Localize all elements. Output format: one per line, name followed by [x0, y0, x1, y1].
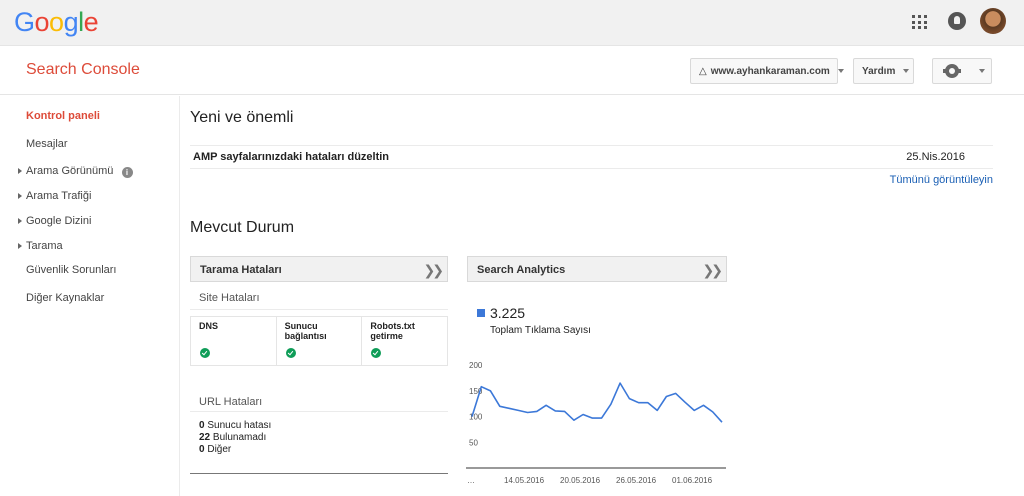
divider: [190, 411, 448, 412]
x-tick-label: 20.05.2016: [560, 476, 601, 485]
sidebar-item-label: Tarama: [26, 240, 63, 252]
sidebar-item-label: Arama Görünümü: [26, 165, 114, 177]
legend-swatch: [477, 309, 485, 317]
card-title: Tarama Hataları: [200, 264, 282, 276]
expand-arrow-icon: [18, 218, 22, 224]
check-icon: [200, 348, 210, 358]
url-errors-list: 0 Sunucu hatası 22 Bulunamadı 0 Diğer: [199, 420, 271, 456]
x-tick-label: 14.05.2016: [504, 476, 545, 485]
expand-arrow-icon: [18, 243, 22, 249]
chevron-down-icon: [837, 69, 844, 73]
x-tick-label: 26.05.2016: [616, 476, 657, 485]
error-count: 0: [199, 420, 205, 431]
list-item[interactable]: 0 Sunucu hatası: [199, 420, 271, 432]
site-selector[interactable]: △ www.ayhankaraman.com: [690, 58, 844, 84]
current-status-heading: Mevcut Durum: [190, 219, 295, 236]
sidebar-item-search-appearance[interactable]: Arama Görünümü i: [18, 165, 133, 178]
sidebar-item-security-issues[interactable]: Güvenlik Sorunları: [26, 264, 117, 276]
robots-fetch-label: Robots.txt getirme: [370, 321, 415, 341]
error-label: Bulunamadı: [212, 432, 267, 443]
x-tick-label: 01.06.2016: [672, 476, 713, 485]
check-icon: [371, 348, 382, 358]
sidebar-item-search-traffic[interactable]: Arama Trafiği: [18, 190, 92, 202]
dns-cell[interactable]: DNS: [191, 317, 277, 365]
message-date: 25.Nis.2016: [906, 151, 965, 163]
double-chevron-right-icon[interactable]: ❯❯: [424, 262, 445, 279]
server-connection-cell[interactable]: Sunucu bağlantısı: [277, 317, 363, 365]
logo-letter: G: [14, 7, 35, 37]
message-row[interactable]: AMP sayfalarınızdaki hataları düzeltin 2…: [190, 145, 993, 169]
expand-arrow-icon: [18, 168, 22, 174]
search-analytics-card-header[interactable]: Search Analytics ❯❯: [467, 256, 727, 282]
chevron-down-icon: [979, 69, 985, 73]
list-item[interactable]: 22 Bulunamadı: [199, 432, 271, 444]
new-important-heading: Yeni ve önemli: [190, 109, 294, 126]
sidebar-item-messages[interactable]: Mesajlar: [26, 138, 68, 150]
info-icon[interactable]: i: [121, 167, 133, 178]
logo-letter: g: [63, 7, 79, 37]
amp-site-icon: △: [699, 65, 707, 77]
product-title[interactable]: Search Console: [26, 61, 140, 79]
y-tick-label: 200: [469, 361, 483, 370]
dns-label: DNS: [199, 321, 219, 331]
double-chevron-right-icon[interactable]: ❯❯: [703, 262, 724, 279]
avatar[interactable]: [980, 8, 1006, 34]
logo-letter: o: [34, 7, 50, 37]
sidebar-item-dashboard[interactable]: Kontrol paneli: [26, 110, 100, 122]
sidebar-item-other-resources[interactable]: Diğer Kaynaklar: [26, 292, 104, 304]
logo-letter: e: [83, 7, 99, 37]
console-header: Search Console △ www.ayhankaraman.com Ya…: [0, 46, 1024, 95]
expand-arrow-icon: [18, 193, 22, 199]
sidebar-item-crawl[interactable]: Tarama: [18, 240, 63, 252]
card-title: Search Analytics: [477, 264, 566, 276]
site-errors-label: Site Hataları: [199, 292, 260, 304]
crawl-errors-card-header[interactable]: Tarama Hataları ❯❯: [190, 256, 448, 282]
sidebar-item-label: Google Dizini: [26, 215, 92, 227]
x-tick-label: …: [467, 476, 475, 485]
notifications-icon[interactable]: [948, 12, 966, 30]
site-name: www.ayhankaraman.com: [710, 65, 830, 77]
url-errors-label: URL Hataları: [199, 396, 263, 408]
list-item[interactable]: 0 Diğer: [199, 444, 271, 456]
apps-grid-icon[interactable]: [912, 15, 927, 30]
divider: [190, 309, 448, 310]
settings-button[interactable]: [932, 58, 992, 84]
series-line[interactable]: [471, 382, 723, 423]
divider: [190, 473, 448, 474]
google-bar: Google: [0, 0, 1024, 46]
help-label: Yardım: [862, 65, 896, 77]
view-all-link[interactable]: Tümünü görüntüleyin: [890, 174, 993, 186]
clicks-total: 3.225: [490, 305, 526, 321]
chevron-down-icon: [903, 69, 910, 73]
y-tick-label: 100: [469, 413, 483, 422]
check-icon: [285, 348, 296, 358]
robots-fetch-cell[interactable]: Robots.txt getirme: [362, 317, 447, 365]
google-logo[interactable]: Google: [14, 7, 99, 38]
help-button[interactable]: Yardım: [853, 58, 914, 84]
y-tick-label: 50: [469, 438, 478, 447]
gear-icon: [943, 64, 961, 78]
logo-letter: o: [49, 7, 64, 37]
sidebar-item-label: Arama Trafiği: [26, 190, 92, 202]
error-count: 22: [199, 432, 211, 443]
server-connection-label: Sunucu bağlantısı: [284, 321, 327, 341]
error-label: Diğer: [207, 444, 232, 455]
error-count: 0: [199, 444, 205, 455]
clicks-label: Toplam Tıklama Sayısı: [490, 325, 591, 336]
message-title: AMP sayfalarınızdaki hataları düzeltin: [193, 151, 390, 163]
clicks-line-chart[interactable]: 20015010050… 14.05.2016 20.05.2016 26.05.20…: [466, 352, 728, 488]
sidebar-item-google-index[interactable]: Google Dizini: [18, 215, 92, 227]
error-label: Sunucu hatası: [207, 420, 272, 431]
site-errors-grid: DNS Sunucu bağlantısı Robots.txt getirme: [190, 316, 448, 366]
